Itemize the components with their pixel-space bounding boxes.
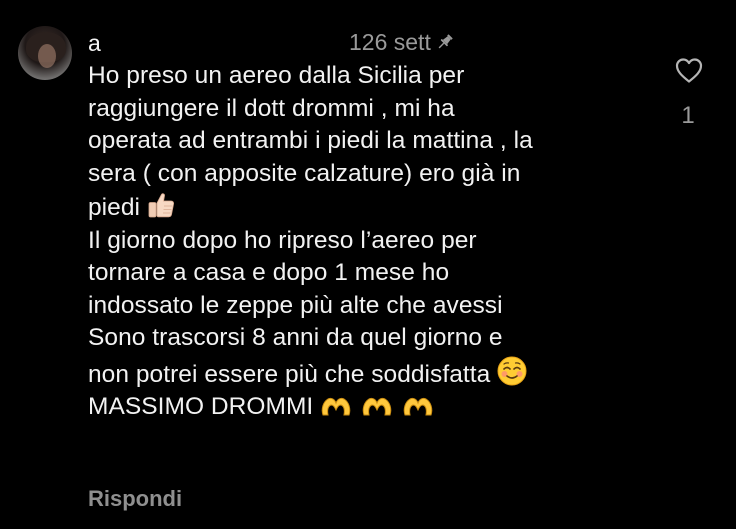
comment-line: MASSIMO DROMMI (88, 393, 314, 420)
heart-hands-emoji (322, 397, 351, 416)
comment-line-with-emoji: non potrei essere più che soddisfatta (88, 355, 668, 392)
reply-button[interactable]: Rispondi (88, 486, 182, 512)
like-count[interactable]: 1 (680, 102, 696, 130)
comment-line: piedi (88, 194, 141, 221)
comment-line: raggiungere il dott drommi , mi ha (88, 94, 455, 122)
heart-hands-emoji-group (317, 391, 435, 424)
comment-body: Ho preso un aereo dalla Sicilia per ragg… (88, 60, 668, 424)
comment-line: tornare a casa e dopo 1 mese ho (88, 259, 450, 286)
avatar[interactable] (18, 26, 72, 80)
comment-line: sera ( con apposite calzature) ero già i… (88, 159, 521, 187)
comment-line-with-emoji: piedi (88, 190, 668, 225)
heart-hands-emoji (403, 397, 433, 416)
heart-hands-emoji (362, 397, 392, 416)
comment-meta: 126 sett (349, 28, 455, 56)
comment-line: Il giorno dopo ho ripreso l’aereo per (88, 226, 477, 254)
pin-icon (438, 34, 453, 49)
comment-line: Ho preso un aereo dalla Sicilia per (88, 62, 465, 89)
username[interactable]: a (88, 30, 101, 56)
comment-item: a 126 sett Ho preso un aereo dalla Sicil… (0, 0, 736, 529)
thumbs-up-emoji (148, 193, 175, 218)
timestamp: 126 sett (349, 29, 431, 55)
comment-line: Sono trascorsi 8 anni da quel giorno e (88, 324, 503, 351)
heart-outline-icon[interactable] (674, 56, 704, 84)
comment-line: non potrei essere più che soddisfatta (88, 360, 491, 388)
comment-line: operata ad entrambi i piedi la mattina ,… (88, 127, 533, 154)
avatar-face (38, 44, 56, 68)
comment-line-with-emoji: MASSIMO DROMMI (88, 391, 668, 424)
comment-line: indossato le zeppe più alte che avessi (88, 291, 503, 319)
smiling-face-emoji (497, 356, 527, 385)
